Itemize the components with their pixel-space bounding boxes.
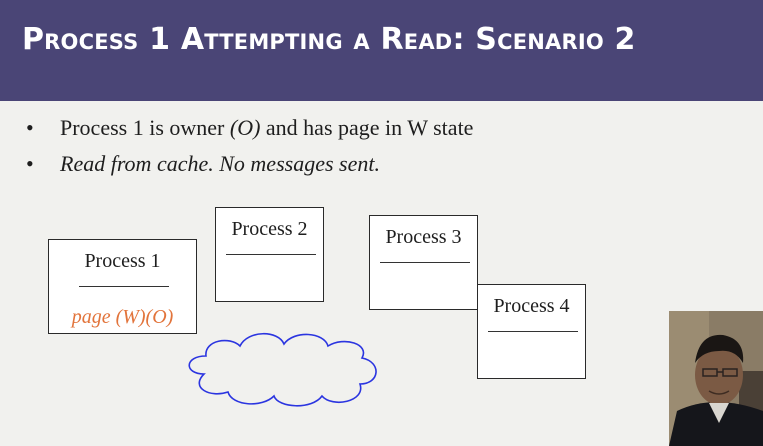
slide-title: Process 1 Attempting a Read: Scenario 2 [22,22,636,57]
process-1-divider [79,286,169,287]
cloud-icon [188,332,377,407]
bullet-marker: • [26,151,34,176]
presenter-image [669,311,763,446]
bullet-marker: • [26,115,34,140]
process-1-label: Process 1 [84,250,161,272]
process-1-page-state: page (W)(O) [71,306,174,328]
process-2-box: Process 2 [215,207,324,302]
process-4-box: Process 4 [477,284,586,379]
process-1-box: Process 1 page (W)(O) [48,239,197,334]
presenter-video [669,311,763,446]
bullet-text: Process 1 is owner (O) and has page in W… [60,115,474,140]
title-bar: Process 1 Attempting a Read: Scenario 2 [0,0,763,101]
process-2-divider [226,254,316,255]
process-3-box: Process 3 [369,215,478,310]
process-4-divider [488,331,578,332]
bullet-text: Read from cache. No messages sent. [60,151,380,176]
process-3-divider [380,262,470,263]
process-4-label: Process 4 [493,295,570,317]
process-2-label: Process 2 [231,218,308,240]
process-3-label: Process 3 [385,226,462,248]
